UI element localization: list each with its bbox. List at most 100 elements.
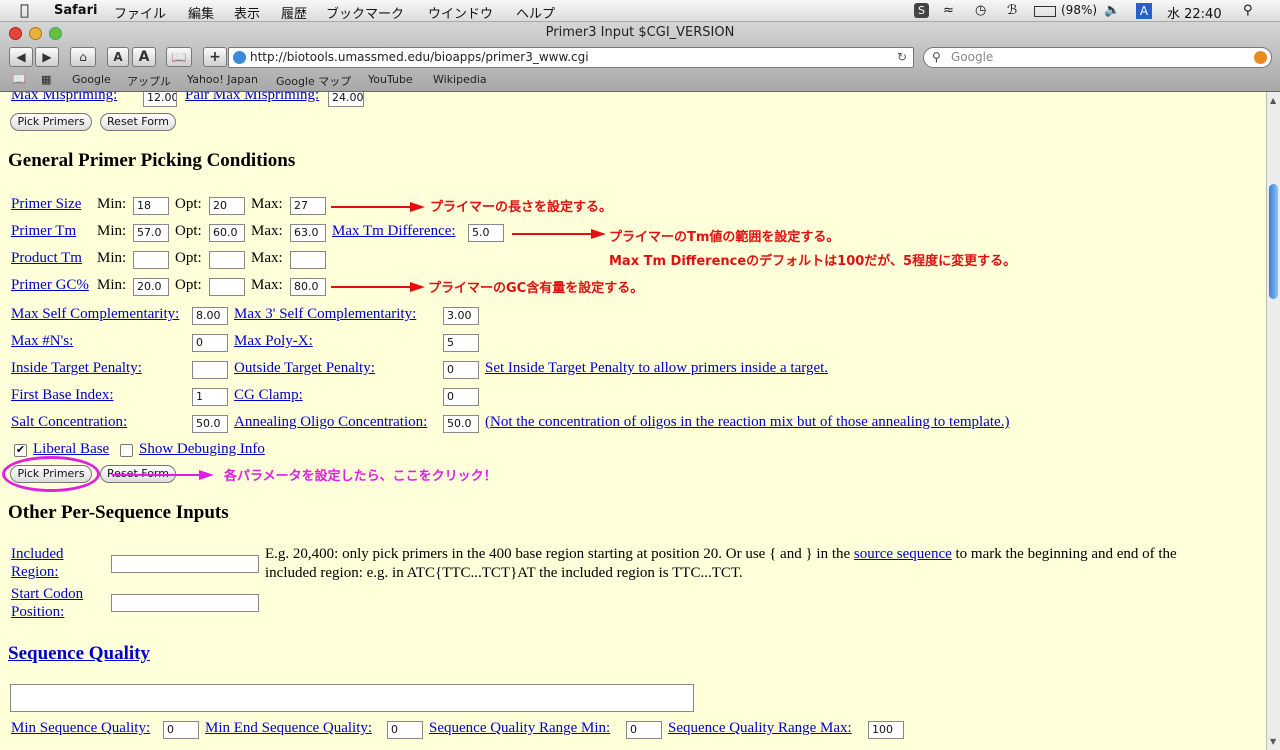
min-end-quality-input[interactable]: 0 [387,721,423,739]
menu-help[interactable]: ヘルプ [516,3,555,22]
max-3-self-comp-link[interactable]: Max 3' Self Complementarity: [234,306,416,323]
battery-icon[interactable] [1034,6,1056,17]
max-poly-x-link[interactable]: Max Poly-X: [234,333,313,350]
top-sites-icon[interactable]: ▦ [41,73,51,86]
reset-form-button-top[interactable]: Reset Form [100,113,176,131]
cg-clamp-link[interactable]: CG Clamp: [234,387,303,404]
reading-list-icon[interactable]: 📖 [12,73,26,86]
input-method-icon[interactable]: A [1136,3,1152,19]
product-tm-opt-input[interactable] [209,251,245,269]
max-self-comp-link[interactable]: Max Self Complementarity: [11,306,179,323]
outside-target-penalty-link[interactable]: Outside Target Penalty: [234,360,375,377]
max-tm-difference-input[interactable]: 5.0 [468,224,504,242]
product-tm-max-input[interactable] [290,251,326,269]
primer-gc-min-input[interactable]: 20.0 [133,278,169,296]
min-sequence-quality-link[interactable]: Min Sequence Quality: [11,720,150,737]
primer-gc-opt-input[interactable] [209,278,245,296]
pick-primers-button-top[interactable]: Pick Primers [10,113,92,131]
primer-gc-max-input[interactable]: 80.0 [290,278,326,296]
menu-file[interactable]: ファイル [114,3,166,22]
primer-tm-min-input[interactable]: 57.0 [133,224,169,242]
max-mispriming-link[interactable]: Max Mispriming: [11,92,117,104]
menu-bookmarks[interactable]: ブックマーク [326,3,404,22]
text-bigger-button[interactable]: A [132,47,156,67]
bookmark-google-maps[interactable]: Google マップ [276,73,351,89]
cg-clamp-input[interactable]: 0 [443,388,479,406]
minimize-window-icon[interactable] [29,27,42,40]
inside-target-penalty-input[interactable] [192,361,228,379]
inside-target-penalty-link[interactable]: Inside Target Penalty: [11,360,142,377]
bookmark-apple[interactable]: アップル [127,73,171,89]
outside-target-penalty-input[interactable]: 0 [443,361,479,379]
volume-icon[interactable]: 🔈 [1104,3,1120,18]
annealing-oligo-link[interactable]: Annealing Oligo Concentration: [234,414,427,431]
annealing-oligo-input[interactable]: 50.0 [443,415,479,433]
salt-concentration-input[interactable]: 50.0 [192,415,228,433]
sequence-quality-textarea[interactable] [10,684,694,712]
forward-button[interactable]: ▶ [35,47,59,67]
liberal-base-checkbox[interactable]: ✔ [14,444,27,457]
product-tm-link[interactable]: Product Tm [11,250,82,267]
scrollbar-thumb[interactable] [1269,184,1278,299]
clock[interactable]: 水 22:40 [1167,3,1222,22]
bookmarks-icon[interactable]: 📖 [166,47,192,67]
max-mispriming-input[interactable]: 12.00 [143,92,177,107]
pair-max-mispriming-input[interactable]: 24.00 [328,92,364,107]
menu-history[interactable]: 履歴 [281,3,307,22]
show-debug-link[interactable]: Show Debuging Info [139,441,265,458]
search-input[interactable]: ⚲ Google [923,47,1272,68]
scroll-down-icon[interactable]: ▼ [1270,737,1276,746]
vertical-scrollbar[interactable]: ▲ ▼ [1266,92,1280,750]
max-self-comp-input[interactable]: 8.00 [192,307,228,325]
home-icon[interactable]: ⌂ [70,47,96,67]
primer-tm-link[interactable]: Primer Tm [11,223,76,240]
time-machine-icon[interactable]: ◷ [975,3,986,18]
primer-size-max-input[interactable]: 27 [290,197,326,215]
source-sequence-link[interactable]: source sequence [854,546,952,562]
scroll-up-icon[interactable]: ▲ [1270,96,1276,105]
reload-icon[interactable]: ↻ [897,48,907,67]
product-tm-min-input[interactable] [133,251,169,269]
primer-size-opt-input[interactable]: 20 [209,197,245,215]
bookmark-youtube[interactable]: YouTube [368,73,413,86]
menu-view[interactable]: 表示 [234,3,260,22]
text-smaller-button[interactable]: A [107,47,129,67]
app-menu[interactable]: Safari [54,3,97,18]
included-region-link-2[interactable]: Region: [11,564,59,581]
back-button[interactable]: ◀ [9,47,33,67]
included-region-input[interactable] [111,555,259,573]
menu-edit[interactable]: 編集 [188,3,214,22]
max-ns-input[interactable]: 0 [192,334,228,352]
address-bar[interactable]: http://biotools.umassmed.edu/bioapps/pri… [228,47,914,68]
show-debug-checkbox[interactable] [120,444,133,457]
max-poly-x-input[interactable]: 5 [443,334,479,352]
quality-range-max-input[interactable]: 100 [868,721,904,739]
inside-target-note-link[interactable]: Set Inside Target Penalty to allow prime… [485,360,828,377]
start-codon-input[interactable] [111,594,259,612]
primer-size-min-input[interactable]: 18 [133,197,169,215]
spotlight-icon[interactable]: ⚲ [1243,3,1253,18]
pick-primers-button[interactable]: Pick Primers [10,465,92,483]
wifi-icon[interactable]: ≈ [943,3,954,18]
max-3-self-comp-input[interactable]: 3.00 [443,307,479,325]
min-end-quality-link[interactable]: Min End Sequence Quality: [205,720,372,737]
first-base-index-link[interactable]: First Base Index: [11,387,114,404]
primer-gc-link[interactable]: Primer GC% [11,277,89,294]
primer-tm-opt-input[interactable]: 60.0 [209,224,245,242]
snapback-icon[interactable] [1254,51,1267,64]
annealing-note-link[interactable]: (Not the concentration of oligos in the … [485,414,1009,431]
pair-max-mispriming-link[interactable]: Pair Max Mispriming: [185,92,319,104]
included-region-link-1[interactable]: Included [11,546,63,563]
salt-concentration-link[interactable]: Salt Concentration: [11,414,127,431]
quality-range-max-link[interactable]: Sequence Quality Range Max: [668,720,852,737]
add-bookmark-button[interactable]: + [203,47,227,67]
zoom-window-icon[interactable] [49,27,62,40]
max-ns-link[interactable]: Max #N's: [11,333,73,350]
bookmark-google[interactable]: Google [72,73,111,86]
max-tm-difference-link[interactable]: Max Tm Difference: [332,223,456,240]
quality-range-min-input[interactable]: 0 [626,721,662,739]
sequence-quality-heading-link[interactable]: Sequence Quality [8,643,150,665]
quality-range-min-link[interactable]: Sequence Quality Range Min: [429,720,610,737]
primer-tm-max-input[interactable]: 63.0 [290,224,326,242]
bookmark-yahoo-japan[interactable]: Yahoo! Japan [187,73,258,86]
